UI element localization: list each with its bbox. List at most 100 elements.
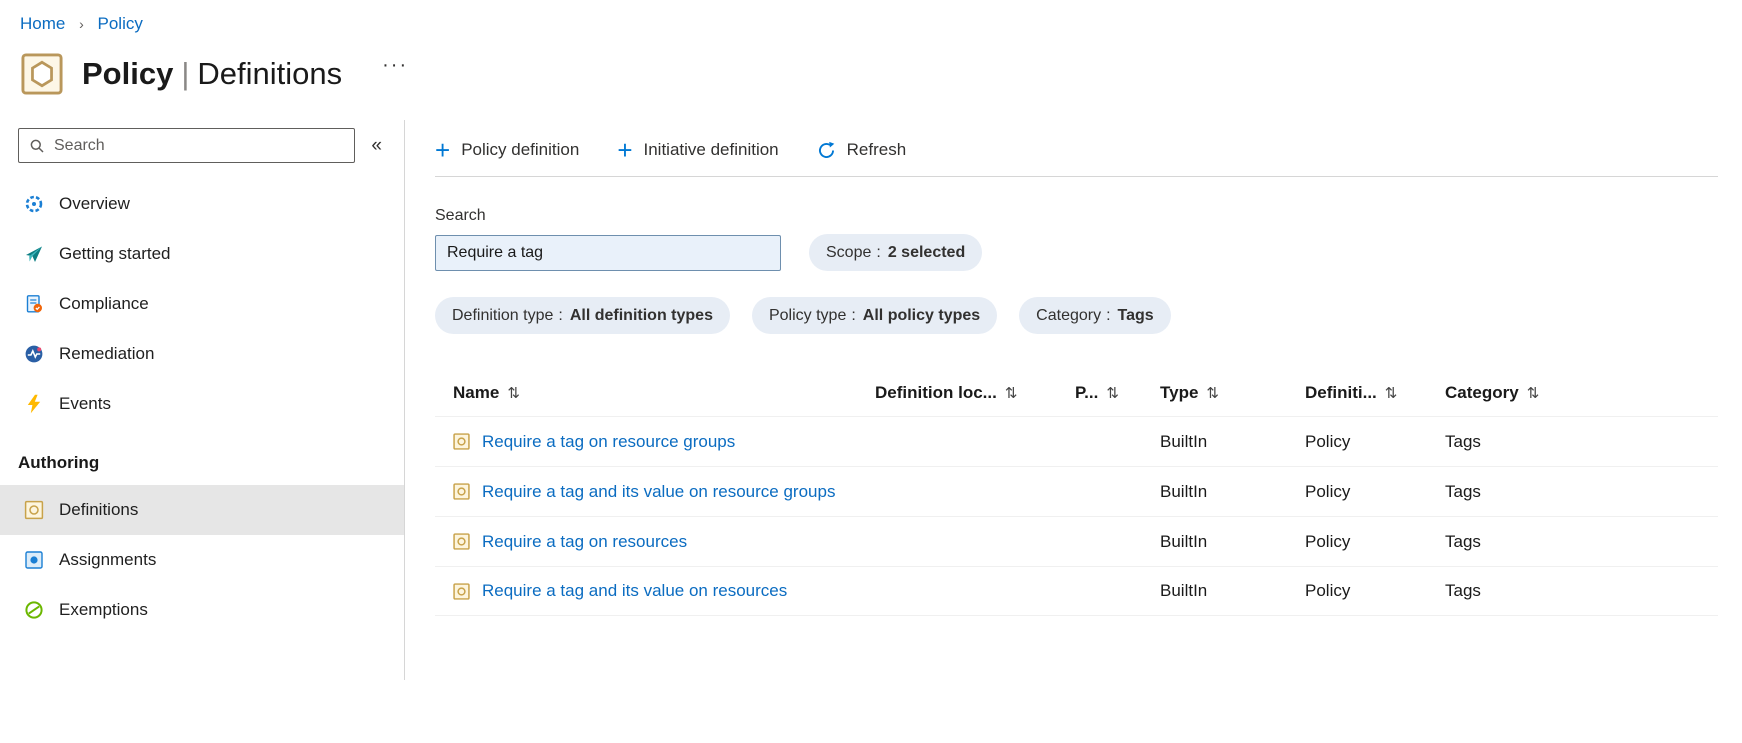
initiative-definition-button[interactable]: + Initiative definition [617, 135, 779, 165]
sort-icon: ⇅ [1106, 385, 1119, 402]
table-row: Require a tag on resource groups BuiltIn… [435, 416, 1718, 466]
table-row: Require a tag and its value on resources… [435, 566, 1718, 616]
column-label: Definition loc... [875, 383, 997, 402]
policy-row-icon [453, 533, 470, 550]
policy-name-link[interactable]: Require a tag on resources [482, 532, 687, 552]
sort-icon: ⇅ [1384, 385, 1398, 402]
overview-icon [24, 194, 44, 214]
column-label: Category [1445, 383, 1519, 402]
content-area: « Overview Getting [0, 120, 1742, 680]
compliance-icon [24, 294, 44, 314]
sidebar-item-overview[interactable]: Overview [0, 179, 404, 229]
policy-row-icon [453, 483, 470, 500]
plus-icon: + [617, 135, 633, 165]
filter-search-input[interactable] [435, 234, 781, 271]
refresh-button[interactable]: Refresh [817, 140, 906, 160]
breadcrumb: Home › Policy [0, 0, 1742, 34]
more-options-button[interactable]: ··· [382, 54, 408, 77]
policy-definition-button[interactable]: + Policy definition [435, 135, 580, 165]
definitions-table: Name ⇅ Definition loc... ⇅ P... ⇅ Type ⇅ Def… [435, 370, 1718, 616]
sidebar-item-getting-started[interactable]: Getting started [0, 229, 404, 279]
sidebar-item-label: Overview [59, 194, 130, 213]
pill-value: All policy types [862, 306, 981, 324]
sidebar: « Overview Getting [0, 120, 405, 680]
definition-type-cell: Policy [1305, 481, 1351, 501]
plus-icon: + [435, 135, 451, 165]
column-label: Type [1160, 383, 1199, 402]
pill-label: Category [1036, 306, 1102, 324]
sidebar-nav: Overview Getting started Compliance Reme… [0, 179, 404, 635]
category-cell: Tags [1445, 431, 1481, 451]
sidebar-item-label: Definitions [59, 500, 139, 519]
sidebar-item-remediation[interactable]: Remediation [0, 329, 404, 379]
type-cell: BuiltIn [1160, 481, 1208, 501]
sidebar-item-definitions[interactable]: Definitions [0, 485, 404, 535]
remediation-icon [24, 344, 44, 364]
name-cell: Require a tag on resources [435, 532, 875, 552]
pill-separator: : [851, 306, 856, 324]
policy-name-link[interactable]: Require a tag and its value on resource … [482, 482, 835, 502]
policy-name-link[interactable]: Require a tag and its value on resources [482, 581, 787, 601]
sidebar-item-assignments[interactable]: Assignments [0, 535, 404, 585]
policy-definition-label: Policy definition [461, 140, 580, 159]
name-cell: Require a tag and its value on resources [435, 581, 875, 601]
pill-value: Tags [1117, 306, 1154, 324]
category-cell: Tags [1445, 581, 1481, 600]
pill-label: Definition type [452, 306, 554, 324]
name-cell: Require a tag on resource groups [435, 432, 875, 452]
column-header-policies[interactable]: P... ⇅ [1075, 383, 1160, 403]
pill-separator: : [876, 243, 881, 261]
pill-label: Scope [826, 243, 872, 261]
column-header-definition-location[interactable]: Definition loc... ⇅ [875, 383, 1075, 403]
page-title: Policy | Definitions [82, 56, 342, 92]
definitions-icon [24, 500, 44, 520]
sidebar-item-label: Exemptions [59, 600, 148, 619]
pill-label: Policy type [768, 306, 847, 324]
sidebar-search-box[interactable] [18, 128, 356, 163]
policy-name-link[interactable]: Require a tag on resource groups [482, 432, 735, 452]
sidebar-item-exemptions[interactable]: Exemptions [0, 585, 404, 635]
sidebar-item-label: Events [59, 394, 111, 413]
toolbar: + Policy definition + Initiative definit… [435, 130, 1718, 170]
sidebar-item-events[interactable]: Events [0, 379, 404, 429]
column-header-definition-type[interactable]: Definiti... ⇅ [1305, 383, 1445, 403]
policy-icon [20, 52, 64, 96]
search-icon [30, 139, 44, 153]
breadcrumb-policy-link[interactable]: Policy [98, 14, 143, 33]
table-row: Require a tag and its value on resource … [435, 466, 1718, 516]
sort-icon: ⇅ [1206, 385, 1219, 402]
column-header-type[interactable]: Type ⇅ [1160, 383, 1305, 403]
sort-icon: ⇅ [507, 385, 520, 402]
pill-separator: : [1106, 306, 1111, 324]
column-label: Name [453, 383, 500, 402]
column-header-category[interactable]: Category ⇅ [1445, 383, 1718, 403]
pill-value: 2 selected [887, 243, 966, 261]
category-cell: Tags [1445, 531, 1481, 551]
policy-row-icon [453, 433, 470, 450]
scope-filter-pill[interactable]: Scope:2 selected [809, 234, 983, 271]
filter-row-2: Definition type: All definition types Pol… [435, 297, 1718, 334]
definition-type-cell: Policy [1305, 581, 1351, 600]
page-title-secondary: Definitions [197, 56, 343, 91]
definition-type-filter-pill[interactable]: Definition type: All definition types [435, 297, 730, 334]
category-filter-pill[interactable]: Category: Tags [1019, 297, 1171, 334]
definition-type-cell: Policy [1305, 531, 1351, 551]
initiative-definition-label: Initiative definition [643, 140, 779, 159]
sidebar-search-input[interactable] [54, 136, 345, 155]
sidebar-section-authoring: Authoring [18, 453, 100, 472]
pill-separator: : [558, 306, 563, 324]
policy-type-filter-pill[interactable]: Policy type: All policy types [751, 297, 998, 334]
column-header-name[interactable]: Name ⇅ [435, 383, 875, 403]
pill-value: All definition types [569, 306, 713, 324]
exemptions-icon [24, 600, 44, 620]
page-header: Policy | Definitions ··· [20, 52, 1742, 96]
type-cell: BuiltIn [1160, 581, 1208, 600]
sidebar-item-compliance[interactable]: Compliance [0, 279, 404, 329]
sidebar-item-label: Assignments [59, 550, 157, 569]
breadcrumb-separator: › [79, 16, 84, 32]
type-cell: BuiltIn [1160, 531, 1208, 551]
sidebar-collapse-button[interactable]: « [355, 135, 394, 157]
breadcrumb-home-link[interactable]: Home [20, 14, 65, 33]
table-header-row: Name ⇅ Definition loc... ⇅ P... ⇅ Type ⇅ Def… [435, 370, 1718, 416]
policy-row-icon [453, 582, 470, 600]
